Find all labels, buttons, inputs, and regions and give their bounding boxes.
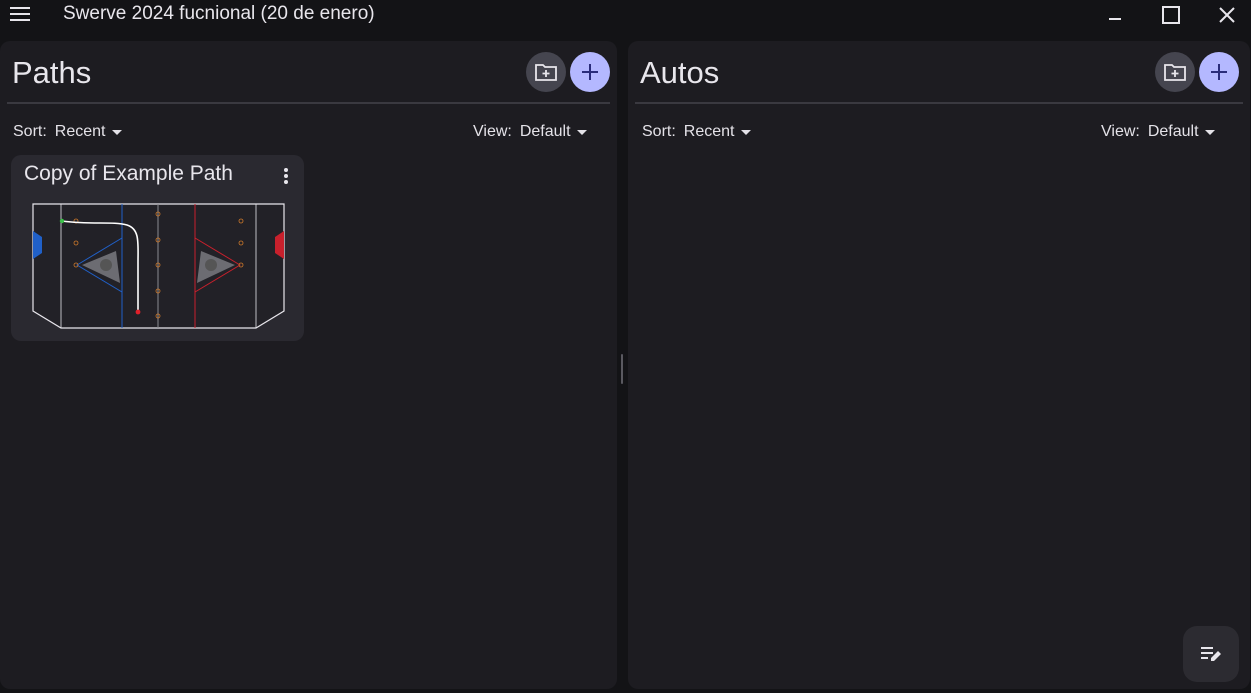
caret-down-icon bbox=[576, 129, 587, 135]
title-bar: Swerve 2024 fucnional (20 de enero) bbox=[0, 0, 1251, 32]
view-label: View: bbox=[473, 123, 512, 140]
sort-value: Recent bbox=[54, 123, 106, 140]
view-value: Default bbox=[1147, 123, 1199, 140]
header-divider bbox=[7, 102, 610, 104]
hamburger-menu-icon[interactable] bbox=[7, 3, 33, 25]
field-preview bbox=[32, 203, 285, 329]
edit-note-icon bbox=[1201, 647, 1221, 661]
caret-down-icon bbox=[740, 129, 751, 135]
paths-panel-title: Paths bbox=[12, 55, 92, 90]
edit-notes-button[interactable] bbox=[1183, 626, 1239, 682]
add-folder-icon bbox=[1164, 64, 1186, 81]
sort-dropdown[interactable]: Sort: Recent bbox=[13, 123, 122, 141]
path-card-title: Copy of Example Path bbox=[24, 162, 233, 185]
plus-icon bbox=[1211, 64, 1227, 80]
add-auto-button[interactable] bbox=[1199, 52, 1239, 92]
plus-icon bbox=[582, 64, 598, 80]
path-card[interactable]: Copy of Example Path bbox=[11, 155, 304, 341]
sort-value: Recent bbox=[683, 123, 735, 140]
close-icon[interactable] bbox=[1209, 2, 1245, 28]
view-dropdown[interactable]: View: Default bbox=[473, 123, 587, 141]
sort-label: Sort: bbox=[642, 123, 676, 140]
minimize-icon[interactable] bbox=[1097, 2, 1133, 28]
view-value: Default bbox=[519, 123, 571, 140]
view-dropdown[interactable]: View: Default bbox=[1101, 123, 1215, 141]
header-divider bbox=[635, 102, 1243, 104]
window-title: Swerve 2024 fucnional (20 de enero) bbox=[63, 3, 375, 24]
paths-panel: Paths Sort: Recent View: Default Copy of… bbox=[0, 41, 617, 689]
panel-resize-handle[interactable] bbox=[621, 354, 623, 384]
more-options-icon[interactable] bbox=[278, 165, 294, 187]
maximize-icon[interactable] bbox=[1153, 2, 1189, 28]
view-label: View: bbox=[1101, 123, 1140, 140]
add-folder-button[interactable] bbox=[526, 52, 566, 92]
caret-down-icon bbox=[111, 129, 122, 135]
autos-panel: Autos Sort: Recent View: Default bbox=[628, 41, 1250, 689]
sort-label: Sort: bbox=[13, 123, 47, 140]
autos-panel-title: Autos bbox=[640, 55, 720, 90]
add-folder-button[interactable] bbox=[1155, 52, 1195, 92]
add-folder-icon bbox=[535, 64, 557, 81]
sort-dropdown[interactable]: Sort: Recent bbox=[642, 123, 751, 141]
add-path-button[interactable] bbox=[570, 52, 610, 92]
caret-down-icon bbox=[1204, 129, 1215, 135]
